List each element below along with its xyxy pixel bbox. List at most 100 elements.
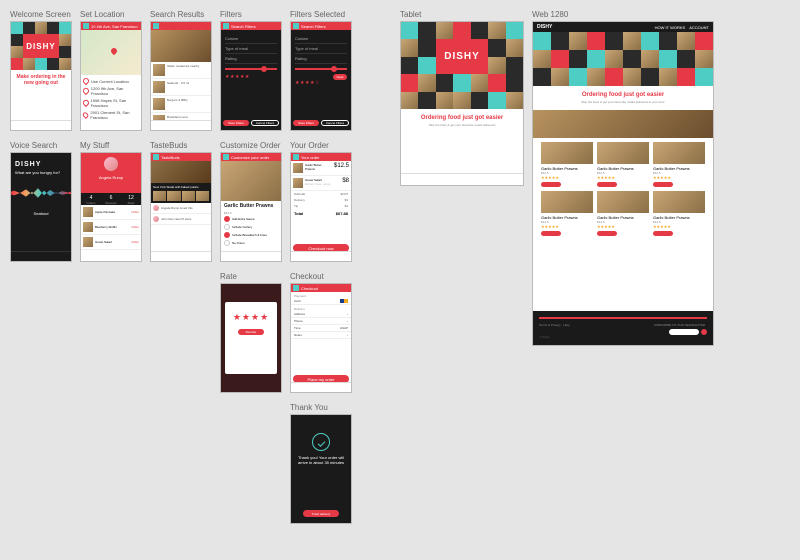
order-item[interactable]: Greek SaladExtras: Feta, Large$8 bbox=[291, 176, 351, 191]
checkout-row[interactable]: Notes› bbox=[291, 332, 351, 339]
bottom-nav[interactable] bbox=[401, 173, 523, 185]
clear-button[interactable]: Clear bbox=[333, 74, 347, 80]
save-filters-button[interactable]: Save Filters bbox=[223, 120, 249, 126]
save-filters-button[interactable]: Save Filters bbox=[293, 120, 319, 126]
frame[interactable]: TasteBuds New York Steak with baked pota… bbox=[150, 152, 212, 262]
back-icon[interactable] bbox=[293, 285, 299, 291]
waveform-icon bbox=[11, 187, 71, 199]
filter-field[interactable]: Type of meal bbox=[295, 46, 347, 54]
order-button[interactable] bbox=[653, 182, 673, 187]
frame[interactable]: Your order Garlic Butter Prawns$12.5 Gre… bbox=[290, 152, 352, 262]
checkout-row[interactable]: TimeASAP bbox=[291, 325, 351, 332]
product-card[interactable]: Garlic Butter Prawns$12.5★★★★★ bbox=[597, 191, 649, 236]
checkout-row[interactable]: Card bbox=[291, 298, 351, 305]
frame[interactable]: ★★★★ Reorder bbox=[220, 283, 282, 393]
map[interactable] bbox=[81, 30, 141, 75]
product-card[interactable]: Garlic Butter Prawns$12.5★★★★★ bbox=[653, 191, 705, 236]
label: My Stuff bbox=[80, 141, 142, 150]
result-item[interactable]: Seafood · 0.5 mi bbox=[151, 79, 211, 96]
back-icon[interactable] bbox=[153, 23, 159, 29]
frame[interactable]: Customize your order Garlic Butter Prawn… bbox=[220, 152, 282, 262]
bottom-nav[interactable] bbox=[291, 251, 351, 261]
order-button[interactable] bbox=[597, 182, 617, 187]
checkout-row[interactable]: Address› bbox=[291, 311, 351, 318]
location-item[interactable]: Use Current Location bbox=[83, 77, 139, 85]
frame[interactable]: Search Filters Cuisine Type of meal Rati… bbox=[290, 21, 352, 131]
frame[interactable]: Search Filters Cuisine Type of meal Rati… bbox=[220, 21, 282, 131]
frame[interactable]: DISHY Make ordering in the new going out bbox=[10, 21, 72, 131]
product-card[interactable]: Garlic Butter Prawns$12.5★★★★★ bbox=[653, 142, 705, 187]
brand-text[interactable]: DISHY bbox=[537, 24, 552, 30]
product-card[interactable]: Garlic Butter Prawns$12.5★★★★★ bbox=[541, 142, 593, 187]
screen-customize: Customize Order Customize your order Gar… bbox=[220, 141, 282, 262]
order-item[interactable]: Garlic Butter Prawns$12.5 bbox=[291, 161, 351, 176]
history-item[interactable]: Greek SaladOrder bbox=[81, 235, 141, 250]
reorder-button[interactable]: Reorder bbox=[238, 329, 264, 335]
avatar[interactable] bbox=[104, 157, 118, 171]
back-icon[interactable] bbox=[83, 23, 89, 29]
checkout-row[interactable]: Phone› bbox=[291, 318, 351, 325]
filter-field[interactable]: Rating bbox=[295, 56, 347, 64]
bottom-nav[interactable] bbox=[151, 251, 211, 261]
bud-item[interactable]: John Doe rated 5 stars bbox=[151, 214, 211, 225]
cancel-filters-button[interactable]: Cancel Filters bbox=[321, 120, 349, 126]
nav-link[interactable]: ACCOUNT bbox=[689, 25, 709, 30]
frame[interactable]: DISHY What are you hungry for? Seafood bbox=[10, 152, 72, 262]
product-card[interactable]: Garlic Butter Prawns$12.5★★★★★ bbox=[597, 142, 649, 187]
addon-item[interactable]: Include Breadwich & Fries bbox=[221, 231, 281, 239]
price-slider[interactable] bbox=[295, 68, 347, 70]
back-icon[interactable] bbox=[223, 23, 229, 29]
brand-mosaic bbox=[533, 32, 713, 86]
back-icon[interactable] bbox=[153, 154, 159, 160]
frame[interactable]: DISHY HOW IT WORKS ACCOUNT Ordering food… bbox=[532, 21, 714, 346]
brand-text: DISHY bbox=[15, 161, 67, 168]
result-item[interactable]: Burgers & BBQ bbox=[151, 96, 211, 113]
product-card[interactable]: Garlic Butter Prawns$12.5★★★★★ bbox=[541, 191, 593, 236]
filter-field[interactable]: Rating bbox=[225, 56, 277, 64]
frame[interactable]: Checkout Payment Card Delivery Address› … bbox=[290, 283, 352, 393]
filter-field[interactable]: Type of meal bbox=[225, 46, 277, 54]
order-button[interactable] bbox=[653, 231, 673, 236]
topbar: TasteBuds bbox=[151, 153, 211, 161]
frame[interactable]: Italian restaurant nearby Seafood · 0.5 … bbox=[150, 21, 212, 131]
addon-item[interactable]: Include Cutlery bbox=[221, 223, 281, 231]
rating-stars[interactable]: ★★★★☆ bbox=[295, 80, 347, 86]
history-item[interactable]: Apple PancakeOrder bbox=[81, 205, 141, 220]
search-input[interactable]: 10 4th Ave, San Francisco bbox=[91, 24, 138, 29]
location-item[interactable]: 1998 Hayes St, San Francisco bbox=[83, 97, 139, 109]
order-button[interactable] bbox=[597, 231, 617, 236]
bottom-nav[interactable] bbox=[291, 382, 351, 392]
cancel-filters-button[interactable]: Cancel Filters bbox=[251, 120, 279, 126]
addon-item[interactable]: Add Extra Sauce bbox=[221, 215, 281, 223]
order-button[interactable] bbox=[541, 182, 561, 187]
bottom-nav[interactable] bbox=[151, 120, 211, 130]
track-button[interactable]: Track delivery bbox=[303, 510, 339, 517]
nav-link[interactable]: HOW IT WORKS bbox=[655, 25, 686, 30]
frame[interactable]: Thank you! Your order will arrive in abo… bbox=[290, 414, 352, 524]
price-slider[interactable] bbox=[225, 68, 277, 70]
rating-stars[interactable]: ★★★★★ bbox=[225, 74, 277, 80]
screen-welcome: Welcome Screen DISHY Make ordering in th… bbox=[10, 10, 72, 131]
order-button[interactable] bbox=[541, 231, 561, 236]
result-item[interactable]: Italian restaurant nearby bbox=[151, 62, 211, 79]
filter-field[interactable]: Cuisine bbox=[225, 36, 277, 44]
frame[interactable]: 10 4th Ave, San Francisco Use Current Lo… bbox=[80, 21, 142, 131]
history-item[interactable]: Blueberry MuffinOrder bbox=[81, 220, 141, 235]
filter-field[interactable]: Cuisine bbox=[295, 36, 347, 44]
bottom-nav[interactable] bbox=[221, 251, 281, 261]
bud-item[interactable]: Angela Rump loved this bbox=[151, 203, 211, 214]
footer-links[interactable]: Terms & Privacy · Help bbox=[539, 323, 570, 327]
bottom-nav[interactable] bbox=[11, 120, 71, 130]
dish-image bbox=[221, 161, 281, 201]
bottom-nav[interactable] bbox=[11, 251, 71, 261]
frame[interactable]: DISHY Ordering food just got easier Skip… bbox=[400, 21, 524, 186]
artboard: Welcome Screen DISHY Make ordering in th… bbox=[10, 10, 790, 524]
addon-item[interactable]: No Onion bbox=[221, 239, 281, 247]
location-item[interactable]: 1200 9th Ave, San Francisco bbox=[83, 85, 139, 97]
back-icon[interactable] bbox=[293, 154, 299, 160]
location-item[interactable]: 2901 Clement St, San Francisco bbox=[83, 109, 139, 121]
rating-stars[interactable]: ★★★★ bbox=[229, 312, 273, 323]
back-icon[interactable] bbox=[293, 23, 299, 29]
frame[interactable]: Angela Rump 4Orders 6Reviews 12Buds Appl… bbox=[80, 152, 142, 262]
back-icon[interactable] bbox=[223, 154, 229, 160]
